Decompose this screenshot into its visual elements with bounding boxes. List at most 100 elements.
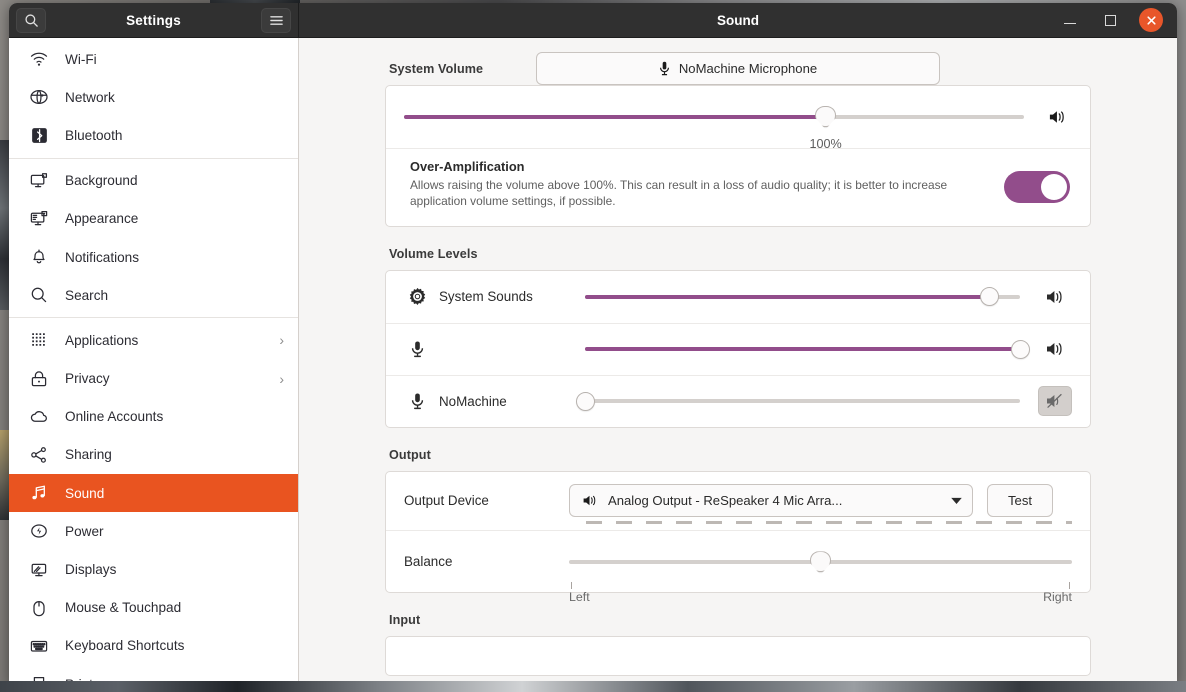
- sidebar-item-label: Network: [65, 89, 115, 105]
- test-output-button[interactable]: Test: [987, 484, 1053, 518]
- search-button[interactable]: [16, 7, 46, 33]
- sidebar-item-label: Sound: [65, 485, 105, 501]
- settings-window: Settings Sound Wi-Fi Network Bluetooth B…: [9, 3, 1177, 685]
- volume-level-handle[interactable]: [1010, 339, 1030, 359]
- balance-handle[interactable]: [810, 551, 831, 573]
- sidebar-item-power[interactable]: Power: [9, 512, 298, 550]
- output-device-row: Output Device Analog Output - ReSpeaker …: [386, 472, 1090, 530]
- sidebar-item-label: Privacy: [65, 371, 110, 387]
- cloud-icon: [29, 408, 49, 426]
- volume-level-track[interactable]: [585, 287, 1020, 307]
- volume-speaker-icon[interactable]: [1038, 341, 1072, 357]
- over-amplification-row: Over-Amplification Allows raising the vo…: [386, 148, 1090, 226]
- microphone-icon: [404, 340, 430, 358]
- close-button[interactable]: [1139, 8, 1163, 32]
- power-bolt-icon: [29, 522, 49, 540]
- volume-level-row: [386, 322, 1090, 375]
- volume-level-slider[interactable]: [585, 333, 1030, 365]
- volume-level-name: NoMachine: [439, 393, 507, 409]
- minimize-button[interactable]: [1059, 9, 1081, 31]
- volume-level-track[interactable]: [585, 339, 1030, 359]
- system-volume-slider[interactable]: 100%: [404, 100, 1024, 151]
- output-device-dropdown[interactable]: Analog Output - ReSpeaker 4 Mic Arra...: [569, 484, 973, 518]
- maximize-icon: [1104, 14, 1116, 26]
- sidebar-item-network[interactable]: Network: [9, 78, 298, 116]
- sidebar-item-label: Background: [65, 173, 138, 189]
- chevron-right-icon: ›: [279, 332, 284, 349]
- sidebar-item-applications[interactable]: Applications ›: [9, 321, 298, 359]
- mute-toggle-button[interactable]: [1038, 386, 1072, 417]
- over-amplification-toggle[interactable]: [1004, 171, 1070, 203]
- sidebar-item-label: Power: [65, 523, 104, 539]
- volume-levels-heading: Volume Levels: [389, 246, 478, 261]
- balance-tick-right: [1069, 582, 1070, 590]
- minimize-icon: [1064, 22, 1076, 25]
- output-device-label: Output Device: [404, 493, 489, 509]
- sidebar-item-search[interactable]: Search: [9, 276, 298, 314]
- output-level-meter: [586, 520, 1072, 524]
- sound-settings-panel: System Volume 100% Over-Amplification Al…: [299, 38, 1177, 685]
- input-card: NoMachine Microphone: [385, 52, 1091, 676]
- sidebar-item-keyboard-shortcuts[interactable]: Keyboard Shortcuts: [9, 627, 298, 665]
- volume-level-handle[interactable]: [980, 287, 1000, 307]
- sidebar-item-label: Wi-Fi: [65, 51, 97, 67]
- menu-button[interactable]: [261, 7, 291, 33]
- sidebar-separator: [9, 157, 298, 159]
- sidebar-item-mouse-touchpad[interactable]: Mouse & Touchpad: [9, 589, 298, 627]
- music-note-icon: [29, 484, 49, 502]
- appearance-icon: [29, 210, 49, 227]
- maximize-button[interactable]: [1099, 9, 1121, 31]
- volume-level-name: System Sounds: [439, 289, 533, 305]
- volume-level-track[interactable]: [575, 391, 1020, 411]
- input-device-dropdown[interactable]: NoMachine Microphone: [536, 52, 940, 85]
- balance-label: Balance: [404, 553, 453, 569]
- sidebar-item-label: Mouse & Touchpad: [65, 600, 182, 616]
- screen-bottom-clip: [0, 681, 1186, 692]
- volume-speaker-icon[interactable]: [1044, 109, 1070, 125]
- bluetooth-icon: [29, 127, 49, 144]
- chevron-down-icon: [951, 497, 962, 505]
- sidebar-item-wi-fi[interactable]: Wi-Fi: [9, 40, 298, 78]
- sidebar-item-appearance[interactable]: Appearance: [9, 200, 298, 238]
- sidebar-item-label: Online Accounts: [65, 409, 164, 425]
- sidebar-item-bluetooth[interactable]: Bluetooth: [9, 116, 298, 154]
- sidebar-item-label: Appearance: [65, 211, 139, 227]
- sidebar-item-label: Applications: [65, 332, 139, 348]
- volume-level-fill: [585, 294, 990, 299]
- settings-sidebar[interactable]: Wi-Fi Network Bluetooth Background Appea…: [9, 38, 299, 685]
- page-title: Sound: [717, 12, 759, 28]
- system-volume-fill: [404, 115, 826, 119]
- sidebar-item-sharing[interactable]: Sharing: [9, 436, 298, 474]
- volume-speaker-icon: [582, 494, 598, 507]
- volume-level-row: System Sounds: [386, 271, 1090, 323]
- balance-slider[interactable]: Left Right: [569, 541, 1072, 604]
- system-volume-track[interactable]: 100%: [404, 106, 1024, 151]
- volume-level-fill: [585, 347, 1020, 352]
- close-icon: [1146, 15, 1157, 26]
- volume-level-slider[interactable]: [585, 281, 1026, 313]
- sidebar-item-displays[interactable]: Displays: [9, 550, 298, 588]
- balance-track[interactable]: Left Right: [569, 551, 1072, 604]
- volume-speaker-icon[interactable]: [1038, 289, 1072, 305]
- sidebar-item-sound[interactable]: Sound: [9, 474, 298, 513]
- chevron-right-icon: ›: [279, 370, 284, 387]
- grid-apps-icon: [29, 331, 49, 349]
- balance-row: Balance Left Right: [386, 529, 1090, 604]
- volume-level-slider[interactable]: [575, 385, 1026, 417]
- sidebar-item-background[interactable]: Background: [9, 162, 298, 200]
- toggle-knob: [1041, 174, 1067, 200]
- window-titlebar: Settings Sound: [9, 3, 1177, 38]
- system-volume-handle[interactable]: [815, 106, 837, 127]
- hamburger-menu-icon: [269, 14, 284, 27]
- sidebar-item-label: Displays: [65, 562, 117, 578]
- bell-icon: [29, 248, 49, 266]
- sidebar-item-privacy[interactable]: Privacy ›: [9, 360, 298, 398]
- sidebar-item-online-accounts[interactable]: Online Accounts: [9, 398, 298, 436]
- search-icon: [24, 13, 39, 28]
- test-button-label: Test: [1007, 493, 1032, 509]
- volume-level-handle[interactable]: [575, 391, 595, 411]
- input-device-value: NoMachine Microphone: [678, 61, 818, 76]
- sidebar-item-notifications[interactable]: Notifications: [9, 238, 298, 276]
- system-volume-card: 100% Over-Amplification Allows raising t…: [385, 85, 1091, 227]
- balance-left-label: Left: [569, 590, 590, 605]
